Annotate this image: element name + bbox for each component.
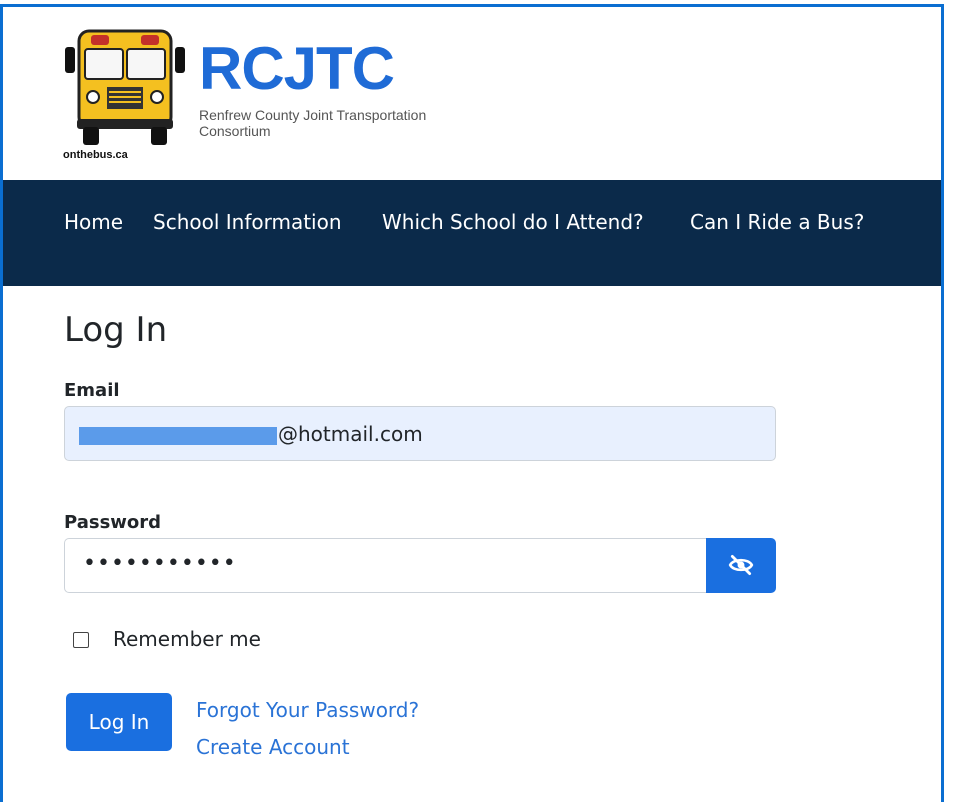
site-logo[interactable]: onthebus.ca RCJTC Renfrew County Joint T… (61, 27, 441, 169)
login-button[interactable]: Log In (66, 693, 172, 751)
school-bus-icon (65, 29, 185, 145)
remember-me-label[interactable]: Remember me (113, 627, 261, 651)
nav-home[interactable]: Home (64, 210, 123, 234)
nav-can-i-ride[interactable]: Can I Ride a Bus? (690, 210, 864, 234)
brand-subtitle: Renfrew County Joint Transportation Cons… (199, 107, 427, 139)
email-value: @hotmail.com (79, 421, 423, 447)
toggle-password-visibility-button[interactable] (706, 538, 776, 593)
page-frame: onthebus.ca RCJTC Renfrew County Joint T… (0, 4, 944, 802)
password-input[interactable]: ••••••••••• (64, 538, 707, 593)
brand-title: RCJTC (199, 35, 395, 102)
email-label: Email (64, 380, 120, 401)
page-title: Log In (64, 310, 168, 350)
login-content: Log In Email @hotmail.com Password •••••… (3, 286, 941, 802)
bus-caption: onthebus.ca (63, 149, 128, 161)
password-label: Password (64, 512, 162, 533)
site-header: onthebus.ca RCJTC Renfrew County Joint T… (3, 7, 941, 180)
nav-school-information[interactable]: School Information (153, 210, 342, 234)
main-nav: Home School Information Which School do … (3, 180, 941, 286)
email-input[interactable]: @hotmail.com (64, 406, 776, 461)
nav-which-school[interactable]: Which School do I Attend? (382, 210, 644, 234)
eye-slash-icon (728, 554, 754, 576)
remember-me-checkbox[interactable] (73, 632, 89, 648)
create-account-link[interactable]: Create Account (196, 735, 350, 759)
forgot-password-link[interactable]: Forgot Your Password? (196, 698, 419, 722)
password-mask: ••••••••••• (83, 551, 237, 576)
redacted-text (79, 426, 277, 445)
email-domain: @hotmail.com (278, 422, 423, 446)
